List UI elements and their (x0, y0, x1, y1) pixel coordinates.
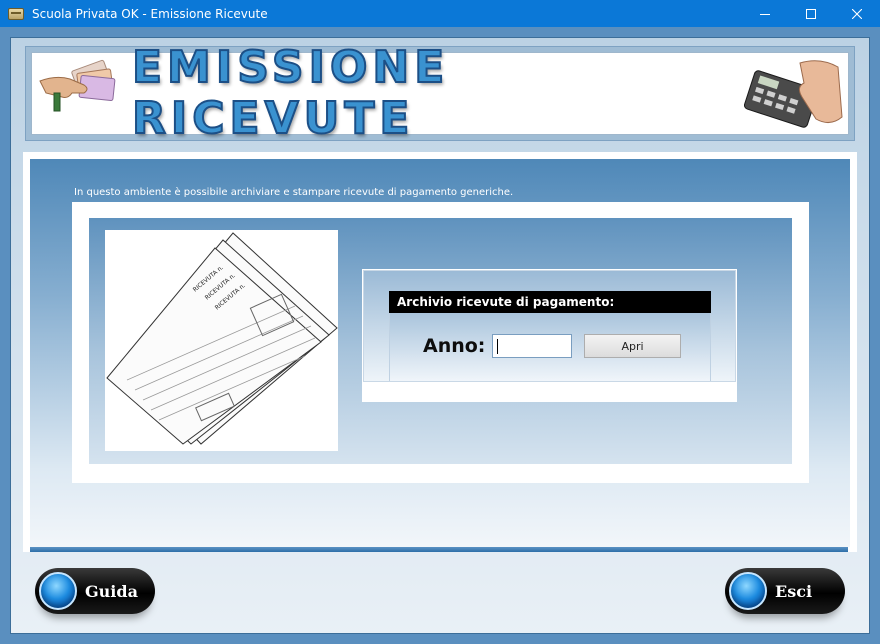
open-button[interactable]: Apri (584, 334, 681, 358)
close-button[interactable] (834, 0, 880, 27)
help-button-label: Guida (85, 581, 138, 601)
exit-button-label: Esci (775, 581, 813, 601)
banner: EMISSIONE RICEVUTE (31, 41, 849, 145)
banner-container: EMISSIONE RICEVUTE (25, 41, 855, 145)
main-frame: EMISSIONE RICEVUTE In questo ambiente è … (0, 27, 880, 644)
window-title: Scuola Privata OK - Emissione Ricevute (32, 6, 268, 21)
exit-orb-icon (729, 572, 767, 610)
footer-divider (30, 547, 848, 552)
intro-text: In questo ambiente è possibile archiviar… (74, 187, 514, 198)
maximize-icon (806, 8, 816, 19)
archive-header: Archivio ricevute di pagamento: (389, 291, 711, 313)
minimize-button[interactable] (742, 0, 788, 27)
workspace-frame: RICEVUTA n. RICEVUTA n. RICEVUTA n. Arch… (72, 202, 809, 483)
workspace-panel: RICEVUTA n. RICEVUTA n. RICEVUTA n. Arch… (89, 218, 792, 464)
banner-title: EMISSIONE RICEVUTE (131, 41, 732, 145)
minimize-icon (760, 13, 770, 15)
exit-button[interactable]: Esci (725, 568, 845, 614)
year-input[interactable] (492, 334, 572, 358)
text-caret (497, 339, 498, 354)
content-area: In questo ambiente è possibile archiviar… (30, 159, 850, 547)
help-button[interactable]: Guida (35, 568, 155, 614)
calculator-with-hand-image (744, 60, 843, 128)
banner-title-text: EMISSIONE RICEVUTE (131, 41, 450, 145)
content-panel: In questo ambiente è possibile archiviar… (23, 152, 857, 552)
archive-panel: Archivio ricevute di pagamento: Anno: Ap… (362, 269, 737, 402)
frame-inner: EMISSIONE RICEVUTE In questo ambiente è … (10, 37, 870, 634)
receipts-illustration: RICEVUTA n. RICEVUTA n. RICEVUTA n. (105, 230, 338, 451)
hand-with-banknotes-image (39, 59, 116, 112)
help-orb-icon (39, 572, 77, 610)
maximize-button[interactable] (788, 0, 834, 27)
archive-panel-inner: Archivio ricevute di pagamento: Anno: Ap… (363, 270, 736, 382)
window-controls (742, 0, 880, 27)
archive-body: Anno: Apri (389, 313, 711, 381)
year-label: Anno: (423, 335, 486, 357)
window-title-bar: Scuola Privata OK - Emissione Ricevute (0, 0, 880, 27)
app-icon (8, 7, 24, 20)
close-icon (852, 8, 862, 19)
